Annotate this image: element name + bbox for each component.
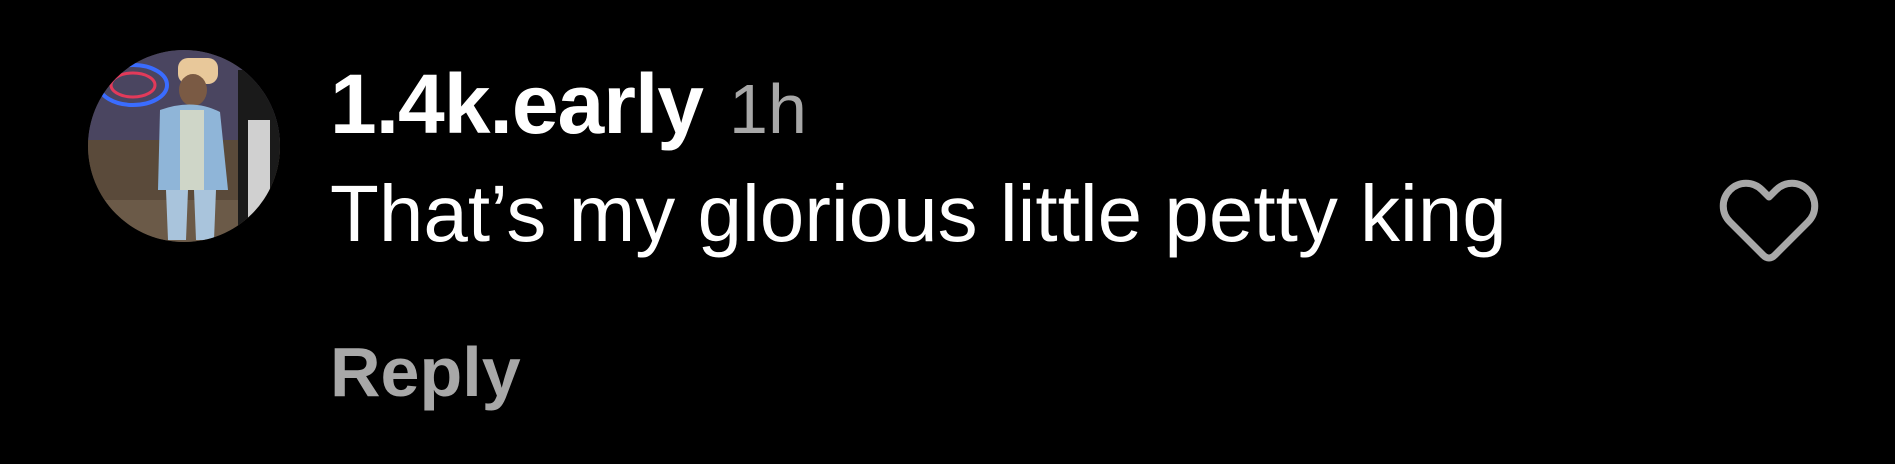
heart-outline-icon [1719, 179, 1819, 262]
comment-text: That’s my glorious little petty king [330, 169, 1507, 258]
reply-button[interactable]: Reply [330, 332, 521, 412]
like-button[interactable] [1718, 174, 1820, 264]
avatar[interactable] [88, 50, 280, 242]
avatar-photo [88, 50, 280, 242]
username-link[interactable]: 1.4k.early [330, 56, 704, 153]
comment-header: 1.4k.early 1h [330, 56, 807, 156]
comment-item: 1.4k.early 1h That’s my glorious little … [0, 0, 1895, 464]
timestamp: 1h [729, 70, 807, 148]
